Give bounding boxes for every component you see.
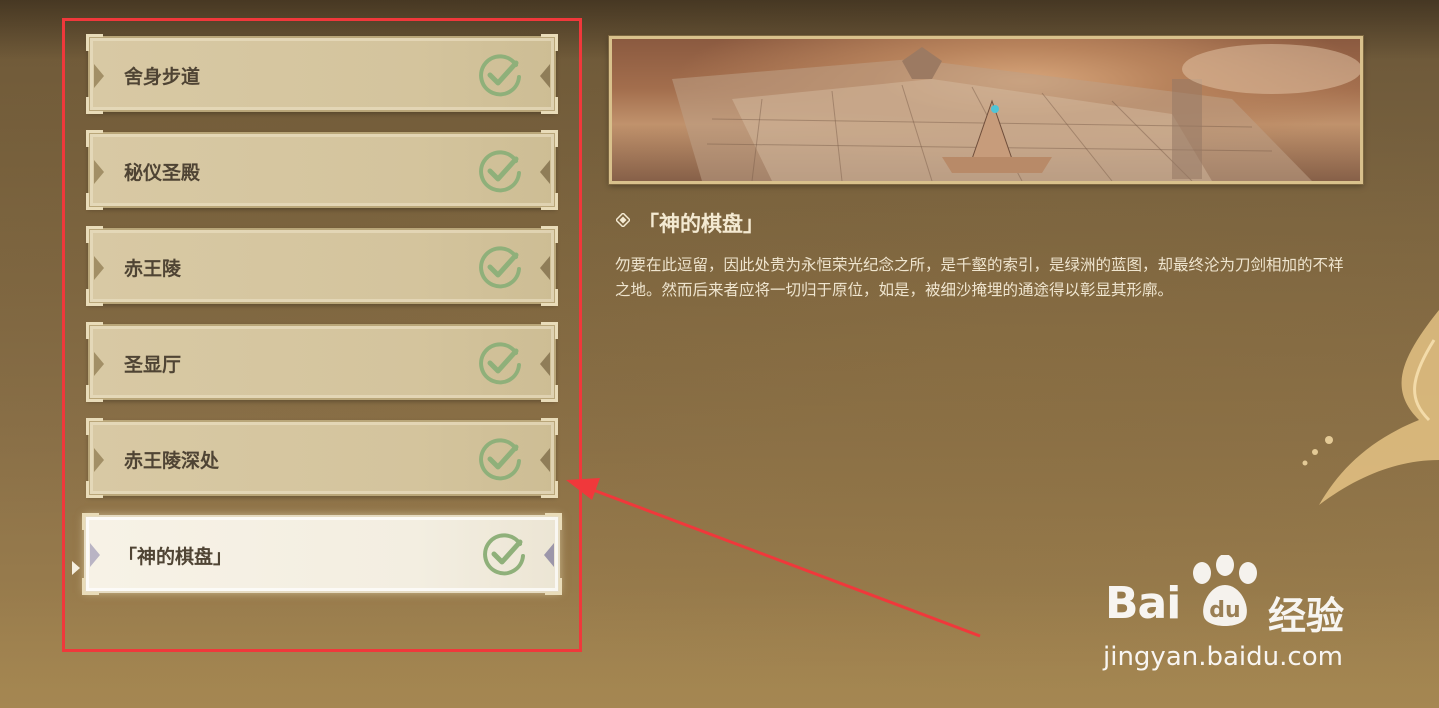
corner-ornament — [86, 418, 103, 435]
domain-item-label: 赤王陵深处 — [124, 450, 220, 472]
corner-ornament — [545, 578, 562, 595]
corner-ornament — [541, 418, 558, 435]
domain-item-label: 秘仪圣殿 — [124, 162, 201, 184]
chevron-left-icon — [540, 64, 550, 88]
watermark-brand-suffix: 经验 — [1268, 594, 1345, 638]
diamond-bullet-icon — [616, 213, 630, 227]
corner-ornament — [545, 513, 562, 530]
corner-ornament — [541, 193, 558, 210]
watermark-brand: Bai — [1105, 578, 1181, 629]
chevron-right-icon — [94, 160, 104, 184]
chevron-right-icon — [94, 64, 104, 88]
check-circle-icon — [479, 150, 521, 193]
corner-ornament — [86, 385, 103, 402]
corner-ornament — [541, 97, 558, 114]
domain-preview-image — [609, 36, 1363, 184]
domain-item-label: 圣显厅 — [124, 354, 182, 376]
corner-ornament — [86, 130, 103, 147]
corner-ornament — [86, 97, 103, 114]
check-circle-icon — [479, 438, 521, 481]
domain-detail-title: 「神的棋盘」 — [638, 212, 764, 236]
watermark-url: jingyan.baidu.com — [1103, 642, 1343, 672]
chevron-right-icon — [94, 352, 104, 376]
domain-item-5[interactable]: 赤王陵深处 — [86, 418, 558, 498]
domain-item-2[interactable]: 秘仪圣殿 — [86, 130, 558, 210]
desert-chessboard-illustration — [672, 44, 1360, 181]
chevron-right-icon — [90, 543, 100, 567]
check-circle-icon — [483, 533, 525, 576]
chevron-left-icon — [544, 543, 554, 567]
chevron-right-icon — [94, 256, 104, 280]
corner-ornament — [541, 481, 558, 498]
corner-ornament — [86, 226, 103, 243]
corner-ornament — [86, 322, 103, 339]
paw-logo-icon: du — [1193, 555, 1257, 626]
check-circle-icon — [479, 246, 521, 289]
decorative-spike-icon — [1302, 310, 1439, 505]
domain-item-6-selected[interactable]: 「神的棋盘」 — [82, 513, 562, 595]
corner-ornament — [541, 322, 558, 339]
domain-detail-description: 勿要在此逗留，因此处贵为永恒荣光纪念之所，是千壑的索引，是绿洲的蓝图，却最终沦为… — [615, 256, 1344, 299]
corner-ornament — [541, 34, 558, 51]
domain-item-3[interactable]: 赤王陵 — [86, 226, 558, 306]
chevron-left-icon — [540, 448, 550, 472]
corner-ornament — [86, 289, 103, 306]
domain-list: 舍身步道 秘仪圣殿 赤王陵 圣显厅 赤王陵深处 「神的棋盘」 — [62, 18, 582, 652]
corner-ornament — [541, 385, 558, 402]
corner-ornament — [541, 289, 558, 306]
domain-item-label: 「神的棋盘」 — [118, 546, 233, 568]
domain-item-label: 舍身步道 — [124, 66, 201, 88]
corner-ornament — [86, 193, 103, 210]
corner-ornament — [86, 34, 103, 51]
corner-ornament — [86, 481, 103, 498]
domain-item-1[interactable]: 舍身步道 — [86, 34, 558, 114]
domain-item-label: 赤王陵 — [124, 258, 182, 280]
selection-indicator-icon — [72, 561, 80, 575]
corner-ornament — [541, 226, 558, 243]
chevron-left-icon — [540, 160, 550, 184]
chevron-right-icon — [94, 448, 104, 472]
domain-item-4[interactable]: 圣显厅 — [86, 322, 558, 402]
check-circle-icon — [479, 54, 521, 97]
check-circle-icon — [479, 342, 521, 385]
corner-ornament — [82, 513, 99, 530]
chevron-left-icon — [540, 352, 550, 376]
corner-ornament — [541, 130, 558, 147]
corner-ornament — [82, 578, 99, 595]
chevron-left-icon — [540, 256, 550, 280]
svg-text:du: du — [1209, 598, 1240, 623]
